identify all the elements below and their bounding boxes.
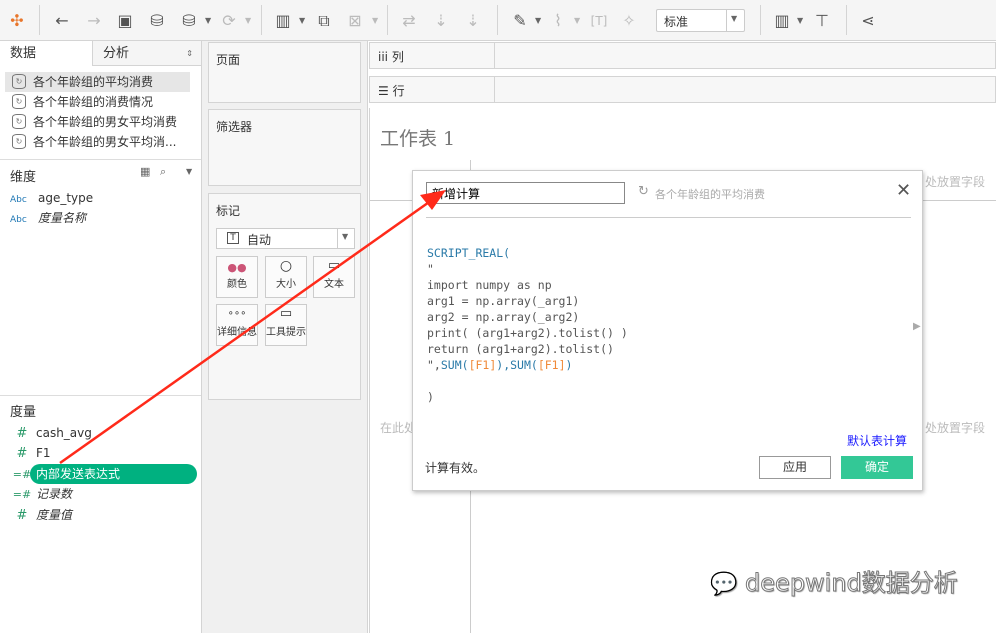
- arrow-line: [59, 198, 433, 465]
- annotation-arrow: [59, 190, 446, 465]
